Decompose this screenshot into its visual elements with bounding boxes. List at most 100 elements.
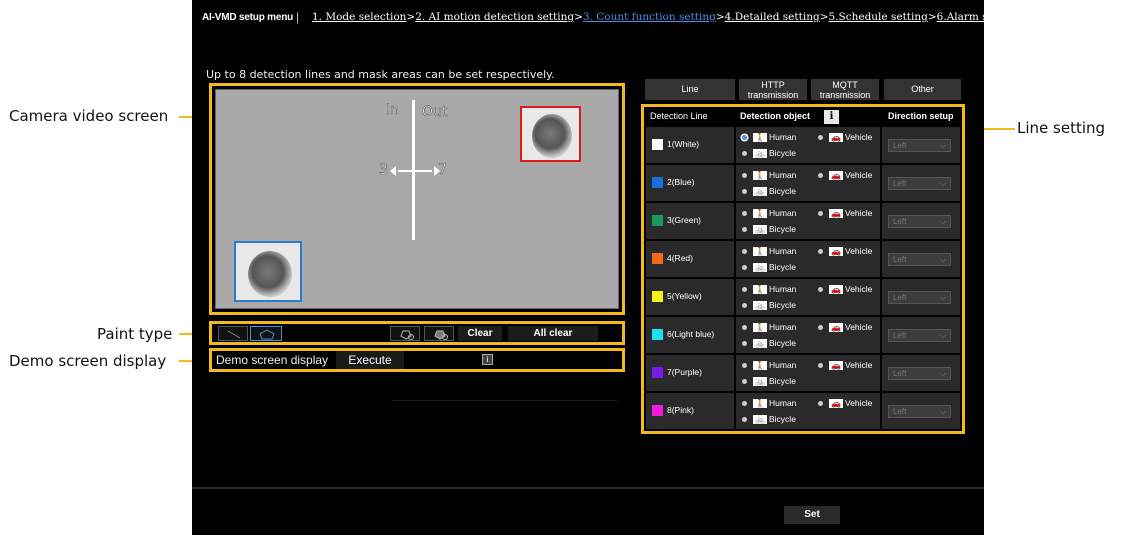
direction-select[interactable]: Left ⌵ <box>888 405 951 418</box>
human-radio[interactable] <box>742 401 747 407</box>
human-option[interactable]: 🚶 Human <box>742 322 796 333</box>
vehicle-radio[interactable] <box>818 363 823 369</box>
tab-other[interactable]: Other <box>884 79 961 100</box>
bicycle-radio[interactable] <box>742 303 747 309</box>
crumb-alarm-setting[interactable]: 6.Alarm setting <box>937 11 1019 23</box>
direction-arrow <box>390 166 440 176</box>
detected-person-blue <box>234 241 302 302</box>
detection-object-cell: 🚶 Human 🚗 Vehicle 🚲 Bicycle <box>736 317 880 353</box>
callout-demo-screen-display: Demo screen display <box>9 352 167 370</box>
bicycle-option[interactable]: 🚲 Bicycle <box>742 300 796 311</box>
bicycle-option[interactable]: 🚲 Bicycle <box>742 376 796 387</box>
bicycle-icon: 🚲 <box>753 377 767 387</box>
bicycle-radio[interactable] <box>742 227 747 233</box>
bicycle-radio[interactable] <box>742 417 747 423</box>
vehicle-radio[interactable] <box>818 249 823 255</box>
demo-screen-display-bar: Demo screen display Execute i <box>209 348 625 372</box>
bicycle-radio[interactable] <box>742 265 747 271</box>
human-icon: 🚶 <box>753 399 767 409</box>
vehicle-radio[interactable] <box>818 325 823 331</box>
bicycle-radio[interactable] <box>742 151 747 157</box>
human-radio[interactable] <box>742 173 747 179</box>
line-name: 8(Pink) <box>667 405 694 415</box>
human-radio[interactable] <box>742 135 747 141</box>
paint-type-bar: Clear All clear <box>209 321 625 345</box>
vehicle-radio[interactable] <box>818 173 823 179</box>
mask-add-icon[interactable] <box>390 326 420 341</box>
vehicle-option[interactable]: 🚗 Vehicle <box>818 398 872 409</box>
footer-divider <box>192 487 984 489</box>
direction-select[interactable]: Left ⌵ <box>888 139 951 152</box>
vehicle-option[interactable]: 🚗 Vehicle <box>818 284 872 295</box>
human-option[interactable]: 🚶 Human <box>742 170 796 181</box>
execute-button[interactable]: Execute <box>336 351 404 369</box>
clear-button[interactable]: Clear <box>458 326 502 341</box>
human-radio[interactable] <box>742 325 747 331</box>
vehicle-option[interactable]: 🚗 Vehicle <box>818 322 872 333</box>
crumb-ai-motion-detection[interactable]: 2. AI motion detection setting <box>415 11 574 23</box>
set-button[interactable]: Set <box>784 506 840 524</box>
crumb-mode-selection[interactable]: 1. Mode selection <box>312 11 406 23</box>
crumb-count-function[interactable]: 3. Count function setting <box>583 11 716 23</box>
bicycle-radio[interactable] <box>742 341 747 347</box>
info-icon[interactable]: i <box>824 110 839 124</box>
camera-video-screen[interactable]: In Out 3 7 <box>215 89 619 309</box>
direction-select[interactable]: Left ⌵ <box>888 177 951 190</box>
vehicle-option[interactable]: 🚗 Vehicle <box>818 132 872 143</box>
direction-select[interactable]: Left ⌵ <box>888 367 951 380</box>
human-option[interactable]: 🚶 Human <box>742 246 796 257</box>
bicycle-option[interactable]: 🚲 Bicycle <box>742 262 796 273</box>
col-detection-line: Detection Line <box>650 111 708 121</box>
bicycle-option[interactable]: 🚲 Bicycle <box>742 414 796 425</box>
bicycle-option[interactable]: 🚲 Bicycle <box>742 186 796 197</box>
human-icon: 🚶 <box>753 209 767 219</box>
direction-select[interactable]: Left ⌵ <box>888 329 951 342</box>
bicycle-option[interactable]: 🚲 Bicycle <box>742 148 796 159</box>
tab-line[interactable]: Line <box>645 79 735 100</box>
vehicle-radio[interactable] <box>818 211 823 217</box>
out-label: Out <box>422 104 448 121</box>
human-radio[interactable] <box>742 287 747 293</box>
vehicle-radio[interactable] <box>818 401 823 407</box>
all-clear-button[interactable]: All clear <box>508 326 598 341</box>
vehicle-icon: 🚗 <box>829 133 843 143</box>
bicycle-radio[interactable] <box>742 379 747 385</box>
vehicle-option[interactable]: 🚗 Vehicle <box>818 208 872 219</box>
vehicle-radio[interactable] <box>818 287 823 293</box>
human-option[interactable]: 🚶 Human <box>742 360 796 371</box>
direction-select[interactable]: Left ⌵ <box>888 253 951 266</box>
line-name-cell: 3(Green) <box>646 203 734 239</box>
vehicle-icon: 🚗 <box>829 209 843 219</box>
crumb-detailed-setting[interactable]: 4.Detailed setting <box>725 11 820 23</box>
tab-mqtt-transmission[interactable]: MQTT transmission <box>811 79 879 100</box>
vehicle-option[interactable]: 🚗 Vehicle <box>818 360 872 371</box>
line-name-cell: 6(Light blue) <box>646 317 734 353</box>
bicycle-radio[interactable] <box>742 189 747 195</box>
line-row: 8(Pink) 🚶 Human 🚗 Vehicle 🚲 Bicycle Left ⌵ <box>646 393 960 429</box>
human-radio[interactable] <box>742 363 747 369</box>
vehicle-option[interactable]: 🚗 Vehicle <box>818 246 872 257</box>
vehicle-option[interactable]: 🚗 Vehicle <box>818 170 872 181</box>
vehicle-icon: 🚗 <box>829 361 843 371</box>
human-option[interactable]: 🚶 Human <box>742 284 796 295</box>
crumb-schedule-setting[interactable]: 5.Schedule setting <box>829 11 928 23</box>
line-tool-icon[interactable] <box>218 326 248 341</box>
line-name-cell: 1(White) <box>646 127 734 163</box>
info-icon[interactable]: i <box>482 354 493 365</box>
human-radio[interactable] <box>742 249 747 255</box>
human-option[interactable]: 🚶 Human <box>742 132 796 143</box>
bicycle-option[interactable]: 🚲 Bicycle <box>742 224 796 235</box>
vehicle-radio[interactable] <box>818 135 823 141</box>
direction-select[interactable]: Left ⌵ <box>888 215 951 228</box>
tab-http-transmission[interactable]: HTTP transmission <box>739 79 807 100</box>
human-radio[interactable] <box>742 211 747 217</box>
direction-select[interactable]: Left ⌵ <box>888 291 951 304</box>
human-icon: 🚶 <box>753 285 767 295</box>
mask-remove-icon[interactable] <box>424 326 454 341</box>
chevron-down-icon: ⌵ <box>939 255 946 264</box>
line-name-cell: 5(Yellow) <box>646 279 734 315</box>
bicycle-option[interactable]: 🚲 Bicycle <box>742 338 796 349</box>
human-option[interactable]: 🚶 Human <box>742 208 796 219</box>
human-option[interactable]: 🚶 Human <box>742 398 796 409</box>
polygon-tool-icon[interactable] <box>250 326 282 341</box>
